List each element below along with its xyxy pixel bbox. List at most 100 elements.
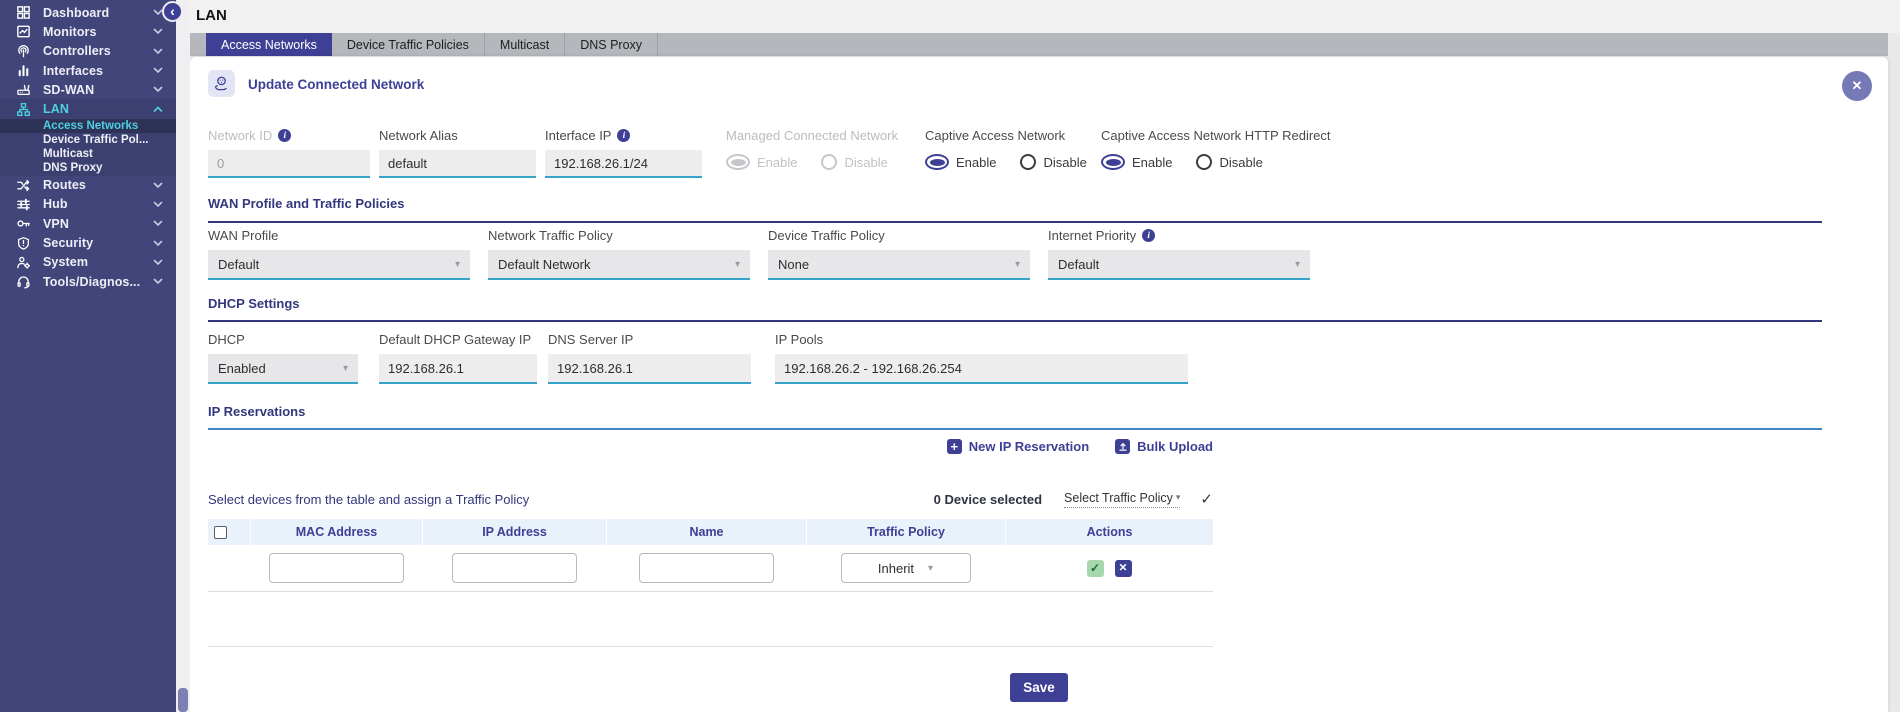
network-alias-label: Network Alias — [379, 128, 458, 143]
radio-selected-icon — [1101, 154, 1125, 170]
sidebar-item-routes[interactable]: Routes — [0, 176, 176, 195]
col-ip-address: IP Address — [422, 519, 606, 545]
sidebar-item-tools-diagnostics[interactable]: Tools/Diagnos... — [0, 272, 176, 291]
sidebar-subitem-multicast[interactable]: Multicast — [0, 147, 176, 161]
sidebar-item-label: Hub — [43, 197, 153, 211]
network-alias-input[interactable] — [379, 150, 536, 178]
row-mac-address-input[interactable] — [269, 553, 404, 583]
tab-bar: Access Networks Device Traffic Policies … — [190, 33, 1888, 56]
sidebar-item-label: LAN — [43, 102, 153, 116]
tools-headset-icon — [11, 274, 35, 289]
sidebar-subitem-label: DNS Proxy — [43, 162, 102, 174]
monitors-icon — [11, 24, 35, 39]
bulk-upload-button[interactable]: Bulk Upload — [1115, 439, 1213, 454]
sidebar-collapse-button[interactable]: ‹ — [162, 1, 183, 22]
device-traffic-policy-select[interactable]: None ▾ — [768, 250, 1030, 280]
sidebar-item-label: Dashboard — [43, 6, 153, 20]
http-redirect-disable-radio[interactable]: Disable — [1196, 154, 1262, 170]
wan-section-title: WAN Profile and Traffic Policies — [208, 196, 405, 211]
select-all-checkbox[interactable] — [214, 526, 227, 539]
form-title: Update Connected Network — [248, 77, 424, 92]
sidebar-item-label: System — [43, 255, 153, 269]
radio-selected-icon — [726, 154, 750, 170]
chevron-down-icon — [153, 48, 163, 55]
managed-enable-radio[interactable]: Enable — [726, 154, 797, 170]
wan-profile-select[interactable]: Default ▾ — [208, 250, 470, 280]
sidebar-item-label: SD-WAN — [43, 83, 153, 97]
caret-down-icon: ▾ — [343, 363, 348, 374]
chevron-down-icon — [153, 259, 163, 266]
dhcp-select[interactable]: Enabled ▾ — [208, 354, 358, 384]
sidebar-item-security[interactable]: Security — [0, 233, 176, 252]
sidebar-item-dashboard[interactable]: Dashboard — [0, 3, 176, 22]
network-id-input[interactable] — [208, 150, 370, 178]
select-traffic-policy-dropdown[interactable]: Select Traffic Policy ▾ — [1064, 491, 1180, 508]
col-actions: Actions — [1005, 519, 1213, 545]
chevron-down-icon — [153, 67, 163, 74]
managed-disable-radio[interactable]: Disable — [821, 154, 887, 170]
sidebar-subitem-device-traffic-policies[interactable]: Device Traffic Pol... — [0, 133, 176, 147]
ip-pools-input[interactable] — [775, 354, 1188, 384]
row-name-input[interactable] — [639, 553, 774, 583]
sidebar-subitem-dns-proxy[interactable]: DNS Proxy — [0, 161, 176, 175]
sidebar-item-lan[interactable]: LAN — [0, 99, 176, 118]
sdwan-router-icon — [11, 82, 35, 97]
wan-profile-label: WAN Profile — [208, 228, 278, 243]
info-icon[interactable]: i — [617, 129, 630, 142]
caret-down-icon: ▾ — [1176, 492, 1181, 503]
table-row: Inherit ▾ ✓ ✕ — [208, 545, 1213, 592]
top-bar: LAN — [190, 0, 1900, 33]
sidebar-item-interfaces[interactable]: Interfaces — [0, 61, 176, 80]
info-icon[interactable]: i — [278, 129, 291, 142]
col-name: Name — [606, 519, 806, 545]
tab-multicast[interactable]: Multicast — [485, 33, 565, 56]
row-ip-address-input[interactable] — [452, 553, 577, 583]
network-id-label: Network ID i — [208, 128, 291, 143]
http-redirect-enable-radio[interactable]: Enable — [1101, 154, 1172, 170]
sidebar-item-controllers[interactable]: Controllers — [0, 42, 176, 61]
reservations-section-rule — [208, 428, 1822, 430]
captive-http-redirect-label: Captive Access Network HTTP Redirect — [1101, 128, 1331, 143]
sidebar-item-system[interactable]: System — [0, 253, 176, 272]
internet-priority-label: Internet Priority i — [1048, 228, 1155, 243]
dhcp-section-rule — [208, 320, 1822, 322]
interface-ip-input[interactable] — [545, 150, 702, 178]
wan-section-rule — [208, 221, 1822, 223]
internet-priority-select[interactable]: Default ▾ — [1048, 250, 1310, 280]
sidebar-scrollbar-track — [176, 0, 190, 712]
device-traffic-policy-label: Device Traffic Policy — [768, 228, 885, 243]
captive-disable-radio[interactable]: Disable — [1020, 154, 1086, 170]
caret-down-icon: ▾ — [1295, 259, 1300, 270]
sidebar-item-monitors[interactable]: Monitors — [0, 22, 176, 41]
row-traffic-policy-select[interactable]: Inherit ▾ — [841, 553, 971, 583]
tab-device-traffic-policies[interactable]: Device Traffic Policies — [332, 33, 485, 56]
save-button[interactable]: Save — [1010, 673, 1068, 702]
network-traffic-policy-select[interactable]: Default Network ▾ — [488, 250, 750, 280]
managed-connected-network-label: Managed Connected Network — [726, 128, 898, 143]
row-delete-button[interactable]: ✕ — [1115, 560, 1132, 577]
chevron-down-icon — [153, 220, 163, 227]
sidebar-item-hub[interactable]: Hub — [0, 195, 176, 214]
reservation-buttons: + New IP Reservation Bulk Upload — [208, 439, 1213, 454]
close-button[interactable]: ✕ — [1842, 71, 1872, 101]
dhcp-gateway-input[interactable] — [379, 354, 537, 384]
dhcp-gateway-label: Default DHCP Gateway IP — [379, 332, 531, 347]
tab-dns-proxy[interactable]: DNS Proxy — [565, 33, 658, 56]
tab-access-networks[interactable]: Access Networks — [206, 33, 332, 56]
sidebar-subitem-access-networks[interactable]: Access Networks — [0, 119, 176, 133]
sidebar-item-vpn[interactable]: VPN — [0, 214, 176, 233]
new-ip-reservation-button[interactable]: + New IP Reservation — [947, 439, 1089, 454]
upload-icon — [1115, 439, 1130, 454]
row-confirm-button[interactable]: ✓ — [1087, 560, 1104, 577]
ip-pools-label: IP Pools — [775, 332, 823, 347]
captive-access-network-label: Captive Access Network — [925, 128, 1065, 143]
sidebar-item-sdwan[interactable]: SD-WAN — [0, 80, 176, 99]
dns-server-input[interactable] — [548, 354, 751, 384]
chevron-left-icon: ‹ — [170, 4, 175, 18]
plus-icon: + — [947, 439, 962, 454]
ip-reservations-table: MAC Address IP Address Name Traffic Poli… — [208, 519, 1213, 647]
captive-enable-radio[interactable]: Enable — [925, 154, 996, 170]
info-icon[interactable]: i — [1142, 229, 1155, 242]
sidebar-scrollbar-thumb[interactable] — [178, 688, 188, 712]
apply-policy-check-button[interactable]: ✓ — [1200, 490, 1213, 508]
